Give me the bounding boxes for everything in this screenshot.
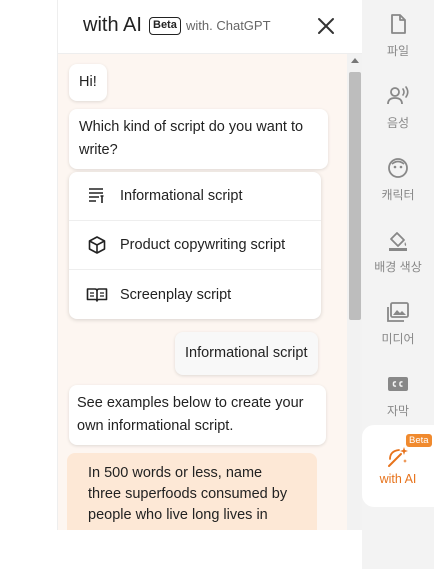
rail-item-label: with AI bbox=[379, 472, 417, 486]
open-book-icon bbox=[86, 284, 108, 306]
character-icon bbox=[386, 156, 410, 180]
chat-area: Hi! Which kind of script do you want to … bbox=[58, 54, 348, 530]
panel-bottom bbox=[57, 530, 362, 569]
option-label: Screenplay script bbox=[120, 286, 232, 303]
rail-item-label: 캐릭터 bbox=[381, 188, 415, 202]
rail-item-label: 미디어 bbox=[381, 332, 415, 346]
subtitles-icon bbox=[386, 372, 410, 396]
rail-item-label: 자막 bbox=[386, 404, 410, 418]
panel-header: with AI Beta with. ChatGPT bbox=[58, 0, 363, 54]
rail-item-label: 음성 bbox=[386, 116, 410, 130]
user-message: Informational script bbox=[175, 332, 318, 375]
option-screenplay-script[interactable]: Screenplay script bbox=[69, 270, 321, 319]
rail-item-background-color[interactable]: 배경 색상 bbox=[362, 216, 434, 288]
rail-item-voice[interactable]: 음성 bbox=[362, 72, 434, 144]
magic-wand-icon bbox=[386, 445, 410, 469]
option-product-copywriting-script[interactable]: Product copywriting script bbox=[69, 221, 321, 270]
left-gutter bbox=[0, 0, 57, 569]
beta-badge: Beta bbox=[149, 17, 181, 35]
rail-item-file[interactable]: 파일 bbox=[362, 0, 434, 72]
bot-message-question: Which kind of script do you want to writ… bbox=[69, 109, 328, 169]
rail-item-media[interactable]: 미디어 bbox=[362, 288, 434, 360]
option-informational-script[interactable]: Informational script bbox=[69, 172, 321, 221]
example-prompt-card[interactable]: In 500 words or less, name three superfo… bbox=[67, 453, 317, 530]
panel-title: with AI bbox=[83, 14, 142, 36]
bot-message-greeting: Hi! bbox=[69, 64, 107, 101]
voice-icon bbox=[386, 84, 410, 108]
bot-message-examples: See examples below to create your own in… bbox=[69, 385, 326, 445]
media-icon bbox=[386, 300, 410, 324]
rail-item-label: 파일 bbox=[386, 44, 410, 58]
list-text-icon bbox=[86, 185, 108, 207]
tool-rail: 파일 음성 캐릭터 배경 색상 미디어 자막 Beta with AI bbox=[362, 0, 434, 569]
rail-item-label: 배경 색상 bbox=[374, 260, 422, 274]
ai-chat-panel: with AI Beta with. ChatGPT Hi! Which kin… bbox=[57, 0, 363, 530]
panel-subtitle: with. ChatGPT bbox=[186, 18, 271, 33]
scroll-up-arrow-icon[interactable] bbox=[351, 58, 359, 63]
rail-item-character[interactable]: 캐릭터 bbox=[362, 144, 434, 216]
option-label: Product copywriting script bbox=[120, 237, 286, 253]
file-icon bbox=[386, 12, 410, 36]
chat-scrollbar[interactable] bbox=[347, 54, 363, 530]
paint-bucket-icon bbox=[386, 228, 410, 252]
close-icon[interactable] bbox=[314, 14, 338, 38]
rail-item-with-ai[interactable]: Beta with AI bbox=[362, 425, 434, 507]
option-label: Informational script bbox=[120, 188, 243, 204]
rail-item-subtitles[interactable]: 자막 bbox=[362, 360, 434, 432]
scroll-thumb[interactable] bbox=[349, 72, 361, 320]
script-type-options: Informational script Product copywriting… bbox=[69, 172, 321, 319]
box-icon bbox=[86, 234, 108, 256]
